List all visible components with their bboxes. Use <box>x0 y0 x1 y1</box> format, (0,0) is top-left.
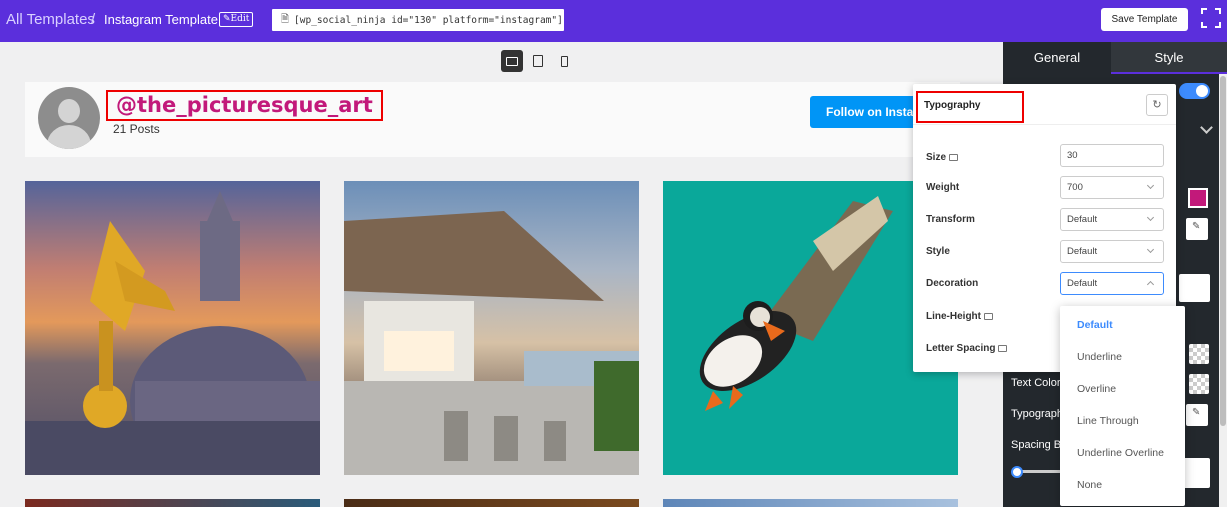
breadcrumb-separator: / <box>91 11 96 28</box>
feed-post-image[interactable] <box>663 499 958 507</box>
top-bar: All Templates / Instagram Template ✎Edit… <box>0 0 1227 42</box>
letter-spacing-label-text: Letter Spacing <box>926 343 996 354</box>
size-label-text: Size <box>926 152 947 163</box>
reset-icon[interactable]: ↻ <box>1146 94 1168 116</box>
tab-style[interactable]: Style <box>1111 42 1227 74</box>
feed-post-image[interactable] <box>25 499 320 507</box>
typography-title: Typography <box>916 91 1024 123</box>
spacing-label: Spacing B <box>1011 439 1062 451</box>
save-template-button[interactable]: Save Template <box>1101 8 1188 31</box>
weight-select[interactable]: 700 <box>1060 176 1164 199</box>
panel-field[interactable] <box>1179 274 1210 302</box>
mobile-icon[interactable] <box>553 50 575 72</box>
posts-count: 21 Posts <box>113 122 160 136</box>
edit-title-button[interactable]: ✎Edit <box>219 12 254 27</box>
option-overline[interactable]: Overline <box>1077 383 1116 395</box>
decoration-label: Decoration <box>926 278 979 289</box>
typography-edit-icon[interactable]: ✎ <box>1186 404 1208 426</box>
line-height-label: Line-Height <box>926 311 993 322</box>
profile-header: @the_picturesque_art 21 Posts Follow on … <box>25 82 960 157</box>
tablet-icon[interactable] <box>527 50 549 72</box>
transparent-color-swatch[interactable] <box>1189 344 1209 364</box>
desktop-icon <box>984 313 993 320</box>
size-label: Size <box>926 152 959 163</box>
chevron-down-icon <box>1146 245 1155 254</box>
text-color-label: Text Color <box>1011 377 1061 389</box>
toggle-switch[interactable] <box>1179 83 1210 99</box>
fullscreen-icon[interactable] <box>1201 8 1221 28</box>
desktop-icon <box>998 345 1008 352</box>
line-height-label-text: Line-Height <box>926 311 981 322</box>
avatar <box>38 87 100 149</box>
chevron-down-icon <box>1146 213 1155 222</box>
decoration-value: Default <box>1067 278 1098 289</box>
feed-post-image[interactable] <box>25 181 320 475</box>
desktop-icon[interactable] <box>501 50 523 72</box>
transform-value: Default <box>1067 214 1098 225</box>
device-switcher <box>501 50 575 72</box>
shortcode-box[interactable]: 🗎 [wp_social_ninja id="130" platform="in… <box>272 9 564 31</box>
letter-spacing-label: Letter Spacing <box>926 343 1008 354</box>
feed-post-image[interactable] <box>344 499 639 507</box>
option-line-through[interactable]: Line Through <box>1077 415 1139 427</box>
chevron-down-icon <box>1146 181 1155 190</box>
chevron-up-icon <box>1146 280 1155 289</box>
typography-edit-icon[interactable]: ✎ <box>1186 218 1208 240</box>
option-underline-overline[interactable]: Underline Overline <box>1077 447 1164 459</box>
profile-username[interactable]: @the_picturesque_art <box>106 90 383 121</box>
style-select[interactable]: Default <box>1060 240 1164 263</box>
copy-doc-icon[interactable]: 🗎 <box>278 12 292 29</box>
breadcrumb-current: Instagram Template <box>104 12 218 27</box>
option-none[interactable]: None <box>1077 479 1102 491</box>
weight-label: Weight <box>926 182 960 193</box>
transform-label: Transform <box>926 214 975 225</box>
style-label: Style <box>926 246 950 257</box>
decoration-select[interactable]: Default <box>1060 272 1164 295</box>
transform-select[interactable]: Default <box>1060 208 1164 231</box>
desktop-icon <box>949 154 959 161</box>
spacing-slider-handle[interactable] <box>1011 466 1023 478</box>
panel-tabs: General Style <box>1003 42 1227 74</box>
panel-scrollbar-thumb[interactable] <box>1220 76 1226 426</box>
typography-header: Typography ↻ <box>913 84 1176 125</box>
tab-general[interactable]: General <box>1003 42 1111 74</box>
weight-value: 700 <box>1067 182 1083 193</box>
style-value: Default <box>1067 246 1098 257</box>
feed-post-image[interactable] <box>344 181 639 475</box>
color-swatch[interactable] <box>1188 188 1208 208</box>
edit-title-label: Edit <box>230 14 250 24</box>
chevron-down-icon[interactable] <box>1200 121 1213 134</box>
option-default[interactable]: Default <box>1077 319 1113 331</box>
size-input[interactable]: 30 <box>1060 144 1164 167</box>
text-color-swatch[interactable] <box>1189 374 1209 394</box>
breadcrumb-all-templates[interactable]: All Templates <box>6 11 95 28</box>
decoration-dropdown: Default Underline Overline Line Through … <box>1060 306 1185 506</box>
shortcode-text: [wp_social_ninja id="130" platform="inst… <box>294 14 563 26</box>
preview-canvas: @the_picturesque_art 21 Posts Follow on … <box>0 42 1003 507</box>
option-underline[interactable]: Underline <box>1077 351 1122 363</box>
